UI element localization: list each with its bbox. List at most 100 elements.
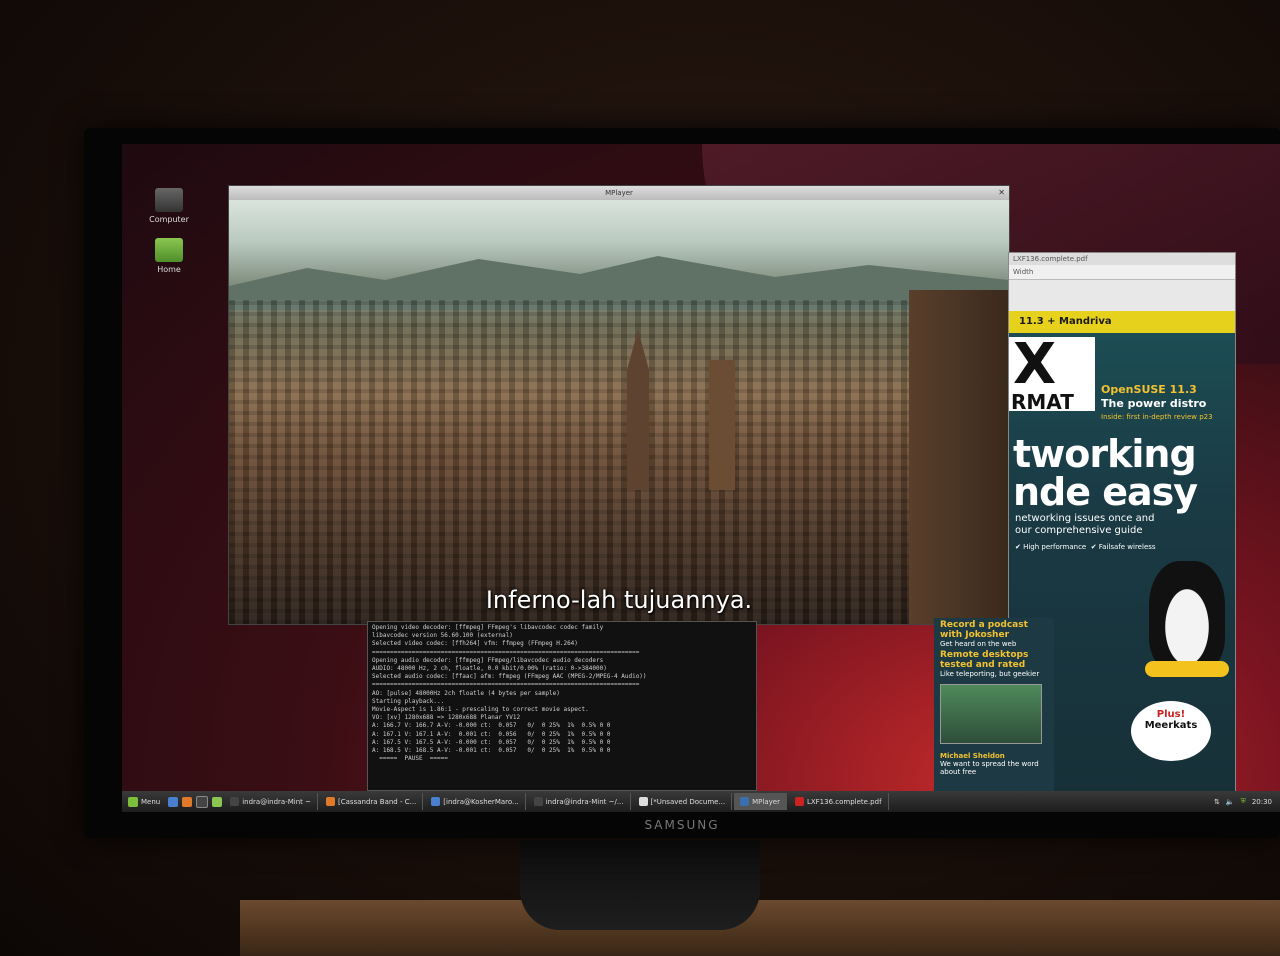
video-palazzo-tower <box>909 290 1009 624</box>
network-icon[interactable]: ⇅ <box>1214 798 1220 806</box>
mplayer-titlebar[interactable]: MPlayer ✕ <box>229 186 1009 200</box>
taskbar-item-label: [Cassandra Band - C... <box>338 797 417 806</box>
column-text: Like teleporting, but geekier <box>940 670 1040 678</box>
column-title: Record a podcast with Jokosher <box>940 620 1028 640</box>
taskbar-item[interactable]: [Cassandra Band - C... <box>320 793 424 810</box>
taskbar-item-label: [indra@KosherMaro... <box>443 797 519 806</box>
terminal-line: Starting playback... <box>372 697 445 705</box>
pdf-toolbar[interactable]: Width <box>1009 265 1235 280</box>
zoom-select[interactable]: Width <box>1013 268 1033 276</box>
terminal-line: VO: [xv] 1280x688 => 1280x688 Planar YV1… <box>372 714 521 722</box>
update-shield-icon[interactable]: ⛨ <box>1241 797 1246 806</box>
taskbar-item-label: indra@indra-Mint ~ <box>242 797 312 806</box>
app-icon <box>533 797 543 806</box>
quote-text: We want to spread the word about free <box>940 760 1039 776</box>
terminal-line: ========================================… <box>372 681 640 689</box>
app-icon <box>638 797 648 806</box>
terminal-line: Movie-Aspect is 1.86:1 - prescaling to c… <box>372 706 589 714</box>
home-folder-icon <box>155 238 183 262</box>
cover-plus-badge: Plus! Meerkats <box>1131 701 1211 761</box>
cover-logo: X RMAT <box>1009 332 1095 412</box>
desk-surface <box>240 900 1280 956</box>
taskbar-item[interactable]: MPlayer <box>734 793 787 810</box>
mint-logo-icon <box>128 796 138 807</box>
files-launcher-icon[interactable] <box>212 796 223 807</box>
column-title: Remote desktops tested and rated <box>940 650 1029 670</box>
terminal-line: Opening audio decoder: [ffmpeg] FFmpeg/l… <box>372 656 604 664</box>
show-desktop-icon[interactable] <box>168 796 179 807</box>
tux-penguin-image <box>1149 561 1225 671</box>
taskbar-item[interactable]: indra@indra-Mint ~ <box>224 793 319 810</box>
cover-features: ✔ High performance ✔ Failsafe wireless <box>1015 543 1156 551</box>
app-icon <box>230 797 240 806</box>
clock[interactable]: 20:30 <box>1252 798 1272 806</box>
taskbar-item-label: indra@indra-Mint ~/... <box>545 797 624 806</box>
terminal-line: Opening video decoder: [ffmpeg] FFmpeg's… <box>372 624 604 631</box>
cover-tagline: networking issues once and our comprehen… <box>1015 513 1154 537</box>
magazine-side-column: Record a podcast with Jokosher Get heard… <box>934 618 1054 800</box>
app-icon <box>326 797 336 806</box>
video-cityscape <box>229 300 1009 624</box>
terminal-line: ===== PAUSE ===== <box>372 755 448 763</box>
terminal-line: A: 166.7 V: 166.7 A-V: -0.000 ct: 0.057 … <box>372 722 611 730</box>
firefox-icon[interactable] <box>182 796 193 807</box>
mplayer-window[interactable]: MPlayer ✕ Inferno-lah tujuannya. <box>228 185 1010 625</box>
terminal-window[interactable]: Opening video decoder: [ffmpeg] FFmpeg's… <box>367 621 757 791</box>
cover-feature: Failsafe wireless <box>1098 543 1156 551</box>
terminal-launcher-icon[interactable] <box>196 795 209 808</box>
close-icon[interactable]: ✕ <box>998 186 1005 200</box>
desktop-screen: Computer Home MPlayer ✕ Inferno-lah tuju… <box>122 144 1280 812</box>
cover-small-text: Inside: first in-depth review p23 <box>1101 413 1213 421</box>
desktop-icon-label: Home <box>157 265 181 274</box>
menu-button[interactable]: Menu <box>122 796 166 807</box>
computer-icon <box>155 188 183 212</box>
desktop-icon-computer[interactable]: Computer <box>134 188 204 224</box>
cover-tagline-line2: our comprehensive guide <box>1015 525 1143 536</box>
taskbar-item-label: LXF136.complete.pdf <box>806 797 882 806</box>
cover-feature: High performance <box>1023 543 1087 551</box>
taskbar-item[interactable]: [*Unsaved Docume... <box>633 793 733 810</box>
taskbar-window-list: indra@indra-Mint ~ [Cassandra Band - C...… <box>224 793 890 810</box>
monitor-bezel: Computer Home MPlayer ✕ Inferno-lah tuju… <box>84 128 1280 838</box>
monitor-brand: SAMSUNG <box>644 818 720 832</box>
video-tower <box>709 360 735 490</box>
window-title: MPlayer <box>605 189 633 197</box>
desktop-icon-label: Computer <box>149 215 189 224</box>
desktop-icon-home[interactable]: Home <box>134 238 204 274</box>
cover-headline-line1: tworking <box>1013 432 1197 476</box>
plus-text: Meerkats <box>1144 720 1198 731</box>
quote-name: Michael Sheldon <box>940 752 1005 760</box>
app-icon <box>794 797 804 806</box>
tux-feet <box>1145 661 1229 677</box>
monitor-stand <box>520 840 760 930</box>
terminal-line: A: 168.5 V: 168.5 A-V: -0.001 ct: 0.057 … <box>372 747 611 755</box>
terminal-line: AO: [pulse] 48000Hz 2ch floatle (4 bytes… <box>372 689 560 697</box>
video-subtitle: Inferno-lah tujuannya. <box>485 586 753 614</box>
terminal-line: AUDIO: 48000 Hz, 2 ch, floatle, 0.0 kbit… <box>372 665 607 673</box>
system-tray: ⇅ 🔈 ⛨ 20:30 <box>1214 797 1280 806</box>
taskbar-item-label: [*Unsaved Docume... <box>650 797 726 806</box>
cover-subhead: OpenSUSE 11.3 <box>1101 383 1197 396</box>
terminal-line: libavcodec version 56.60.100 (external) <box>372 632 513 640</box>
plus-label: Plus! <box>1156 709 1186 720</box>
column-thumbnail <box>940 684 1042 744</box>
app-icon <box>740 797 750 806</box>
taskbar: Menu indra@indra-Mint ~ [Cassandra Band -… <box>122 791 1280 812</box>
cover-top-strip: 11.3 + Mandriva <box>1009 311 1235 333</box>
taskbar-item[interactable]: indra@indra-Mint ~/... <box>528 793 631 810</box>
terminal-line: Selected video codec: [ffh264] vfm: ffmp… <box>372 640 578 648</box>
cover-logo-x: X <box>1013 332 1057 397</box>
taskbar-item[interactable]: LXF136.complete.pdf <box>789 793 889 810</box>
pdf-titlebar[interactable]: LXF136.complete.pdf <box>1009 253 1235 265</box>
column-text: Get heard on the web <box>940 640 1017 648</box>
taskbar-item-label: MPlayer <box>752 797 780 806</box>
cover-headline-line2: nde easy <box>1013 470 1198 514</box>
terminal-line: A: 167.5 V: 167.5 A-V: -0.000 ct: 0.057 … <box>372 738 611 746</box>
cover-subhead-2: The power distro <box>1101 397 1207 410</box>
menu-label: Menu <box>141 797 161 806</box>
terminal-line: Selected audio codec: [ffaac] afm: ffmpe… <box>372 673 647 681</box>
volume-icon[interactable]: 🔈 <box>1226 798 1235 806</box>
video-frame[interactable]: Inferno-lah tujuannya. <box>229 200 1009 624</box>
cover-headline: tworking nde easy <box>1013 432 1198 514</box>
taskbar-item[interactable]: [indra@KosherMaro... <box>425 793 526 810</box>
